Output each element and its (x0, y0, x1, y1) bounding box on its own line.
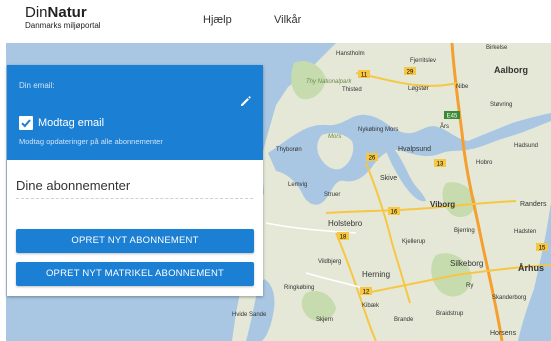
map-label-skjern: Skjern (316, 317, 333, 323)
map-label-hvide-sande: Hvide Sande (232, 312, 267, 318)
email-label: Din email: (19, 81, 55, 90)
map-label-ringkobing: Ringkøbing (284, 285, 314, 291)
logo-title: DinNatur (25, 5, 101, 21)
create-subscription-button[interactable]: OPRET NYT ABONNEMENT (16, 229, 254, 253)
map-label-horsens: Horsens (490, 330, 517, 337)
create-matrikel-subscription-button[interactable]: OPRET NYT MATRIKEL ABONNEMENT (16, 262, 254, 286)
map-label-mors: Mors (328, 134, 341, 140)
receive-email-label[interactable]: Modtag email (38, 117, 104, 129)
map-label-hadsten: Hadsten (514, 229, 536, 235)
map-shield-13: 13 (434, 159, 446, 168)
svg-text:18: 18 (340, 235, 347, 241)
svg-text:13: 13 (437, 162, 444, 168)
map-label-ry: Ry (466, 283, 473, 289)
map-label-aalborg: Aalborg (494, 65, 528, 75)
svg-text:11: 11 (361, 73, 368, 79)
map-label-hobro: Hobro (476, 160, 493, 166)
map-label-randers: Randers (520, 201, 547, 208)
svg-text:29: 29 (407, 70, 414, 76)
logo-part-din: Din (25, 4, 48, 21)
svg-text:E45: E45 (447, 114, 458, 120)
map-label-brande: Brande (394, 317, 414, 323)
map-label-hvalpsund: Hvalpsund (398, 146, 431, 153)
map-shield-18: 18 (337, 232, 349, 241)
map-label-logstor: Løgstør (408, 86, 429, 92)
map-shield-e45: E45 (444, 111, 460, 120)
map-shield-26: 26 (366, 153, 378, 162)
top-header: DinNatur Danmarks miljøportal Hjælp Vilk… (0, 0, 551, 43)
map-label-kibaek: Kibæk (362, 303, 380, 309)
subscriptions-title: Dine abonnementer (16, 178, 131, 193)
subscription-panel: Din email: Modtag email Modtag opdaterin… (7, 65, 263, 296)
map-label-vildbjerg: Vildbjerg (318, 259, 341, 265)
map-shield-12: 12 (360, 287, 372, 296)
email-settings-section: Din email: Modtag email Modtag opdaterin… (7, 65, 263, 160)
map-label-birkelse: Birkelse (486, 45, 508, 51)
logo-part-natur: Natur (47, 4, 87, 21)
map-shield-29: 29 (404, 67, 416, 76)
map-label-kjellerup: Kjellerup (402, 239, 426, 245)
receive-email-description: Modtag opdateringer på alle abonnementer (19, 137, 163, 146)
map-label-thyboron: Thyborøn (276, 147, 302, 153)
map-shield-16: 16 (388, 207, 400, 216)
nav-help-link[interactable]: Hjælp (203, 14, 232, 26)
svg-text:15: 15 (539, 246, 546, 252)
map-label-thy: Thy Nationalpark (306, 79, 352, 85)
svg-text:12: 12 (363, 290, 370, 296)
map-label-holstebro: Holstebro (328, 219, 363, 228)
map-label-fjerritslev: Fjerritslev (410, 58, 436, 64)
map-label-braidstrup: Braidstrup (436, 311, 464, 317)
map-label-struer: Struer (324, 192, 340, 198)
map-label-aarhus: Århus (518, 263, 544, 273)
map-shield-11: 11 (358, 70, 370, 79)
map-label-lemvig: Lemvig (288, 182, 307, 188)
map-label-silkeborg: Silkeborg (450, 259, 483, 268)
map-label-herning: Herning (362, 270, 390, 279)
map-label-nibe: Nibe (456, 84, 469, 90)
nav-terms-link[interactable]: Vilkår (274, 14, 301, 26)
map-label-nykobing: Nykøbing Mors (358, 127, 398, 133)
svg-text:26: 26 (369, 156, 376, 162)
map-shield-15: 15 (536, 243, 548, 252)
map-label-viborg: Viborg (430, 200, 455, 209)
svg-text:16: 16 (391, 210, 398, 216)
map-label-hadsund: Hadsund (514, 143, 538, 149)
map-label-thisted: Thisted (342, 87, 362, 93)
map-label-bjerring: Bjerring (454, 228, 475, 234)
map-label-ars: Års (440, 123, 449, 130)
logo-subtitle: Danmarks miljøportal (25, 21, 101, 30)
map-label-hanstholm: Hanstholm (336, 51, 365, 57)
edit-email-icon[interactable] (239, 94, 253, 108)
map-label-stovring: Støvring (490, 102, 512, 108)
page: DinNatur Danmarks miljøportal Hjælp Vilk… (0, 0, 551, 341)
map-label-skive: Skive (380, 175, 397, 182)
dinnatur-logo[interactable]: DinNatur Danmarks miljøportal (25, 5, 101, 31)
receive-email-checkbox[interactable] (19, 116, 33, 130)
subscriptions-divider (16, 198, 253, 199)
map-label-skanderborg: Skanderborg (492, 295, 526, 301)
